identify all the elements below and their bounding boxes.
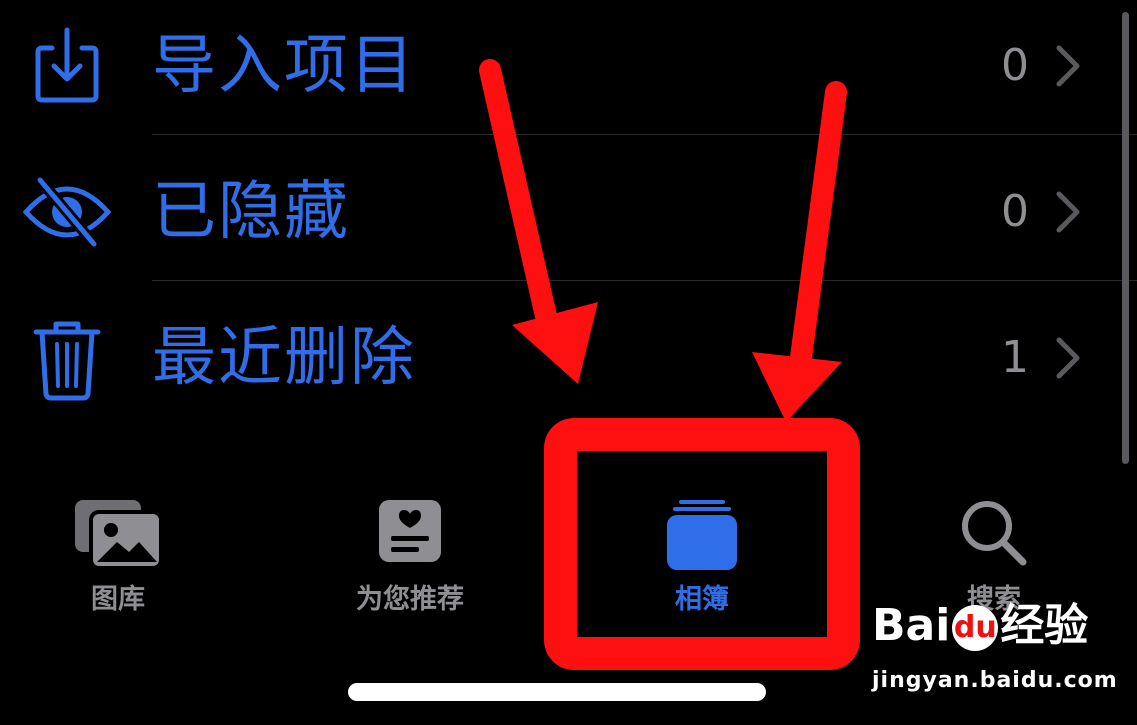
for-you-icon: [379, 500, 441, 562]
list-item-count: 0: [1001, 186, 1029, 237]
watermark-logo: Bai du经验: [872, 598, 1088, 654]
watermark-url: jingyan.baidu.com: [872, 668, 1118, 693]
divider: [152, 280, 1137, 281]
watermark-logo-right: 经验: [1000, 600, 1089, 651]
divider: [152, 134, 1137, 135]
tab-label: 为您推荐: [356, 584, 464, 615]
list-item-count: 0: [1001, 40, 1029, 91]
paw-icon: du: [952, 605, 999, 651]
tab-for-you[interactable]: 为您推荐: [300, 470, 520, 650]
list-item-count: 1: [1001, 332, 1029, 383]
eye-slash-icon: [22, 176, 112, 248]
list-item-label: 导入项目: [152, 29, 416, 103]
chevron-right-icon: [1056, 191, 1080, 233]
import-icon: [35, 27, 99, 103]
list-item-import[interactable]: 导入项目 0: [0, 0, 1137, 140]
list-item-hidden[interactable]: 已隐藏 0: [0, 146, 1137, 286]
scrollbar[interactable]: [1122, 12, 1129, 464]
search-icon: [962, 501, 1027, 566]
highlight-box: [544, 418, 860, 670]
list-item-label: 最近删除: [152, 321, 416, 395]
watermark: Bai du经验 jingyan.baidu.com: [872, 598, 1117, 708]
chevron-right-icon: [1056, 337, 1080, 379]
tab-library[interactable]: 图库: [8, 470, 228, 650]
list-item-recently-deleted[interactable]: 最近删除 1: [0, 292, 1137, 432]
home-indicator[interactable]: [348, 683, 766, 701]
trash-icon: [33, 321, 101, 401]
watermark-logo-left: Bai: [872, 600, 951, 651]
photos-icon: [75, 500, 163, 570]
list-item-label: 已隐藏: [152, 175, 350, 249]
tab-label: 图库: [91, 584, 145, 615]
chevron-right-icon: [1056, 45, 1080, 87]
